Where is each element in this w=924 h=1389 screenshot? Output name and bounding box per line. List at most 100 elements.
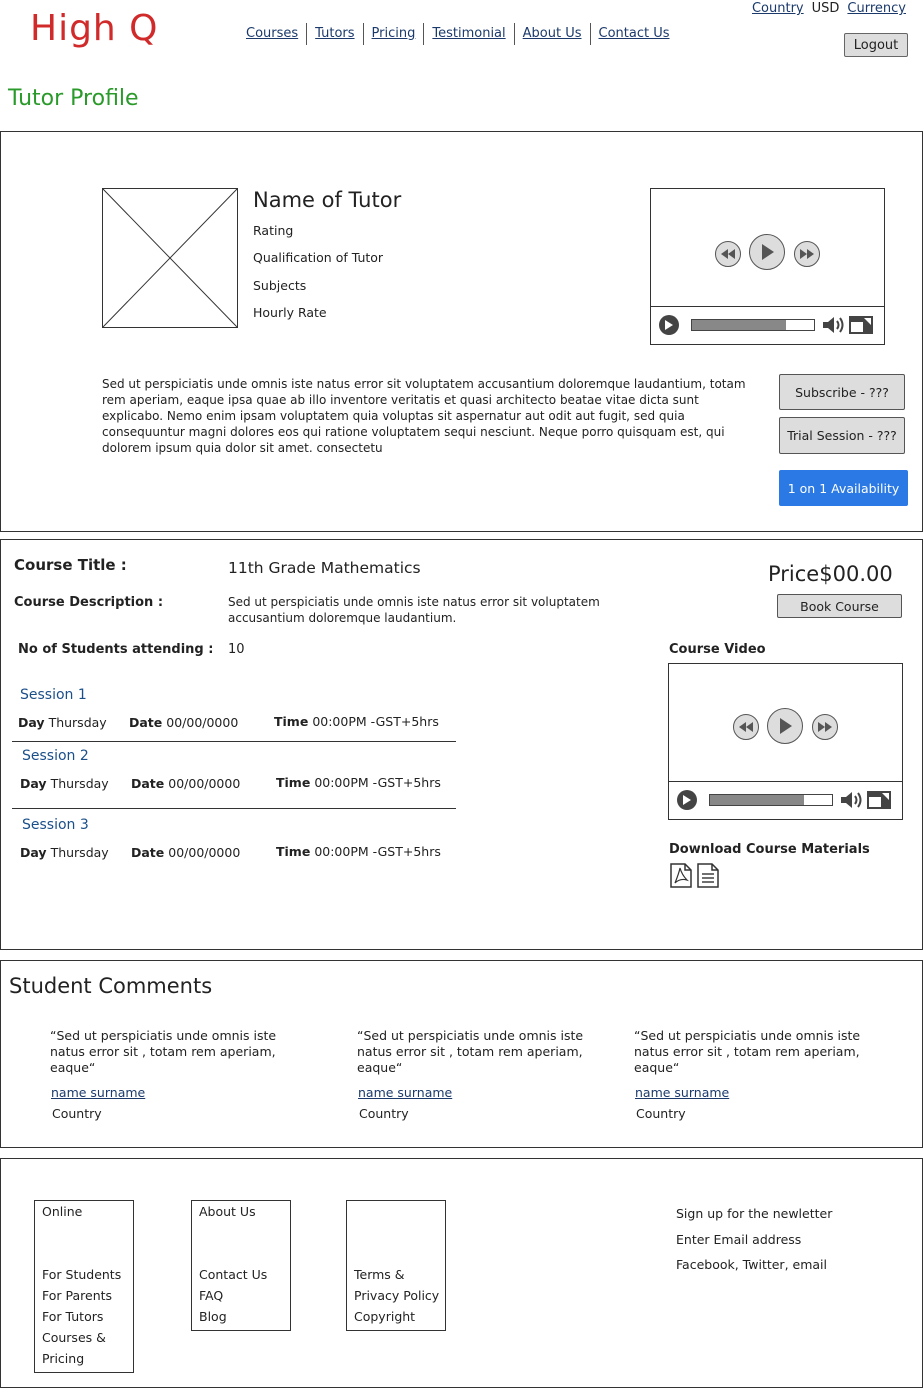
footer-link-courses-pricing[interactable]: Pricing [42, 1351, 84, 1366]
footer-link-about-us[interactable]: About Us [199, 1204, 256, 1219]
day-value: Thursday [50, 776, 109, 791]
footer-link-courses-pricing[interactable]: Courses & [42, 1330, 106, 1345]
time-value: 00:00PM -GST+5hrs [314, 844, 441, 859]
main-nav: Courses Tutors Pricing Testimonial About… [238, 22, 678, 46]
date-label: Date [129, 715, 163, 730]
footer-link-faq[interactable]: FAQ [199, 1288, 223, 1303]
footer-link-for-parents[interactable]: For Parents [42, 1288, 112, 1303]
comment-country: Country [52, 1106, 102, 1121]
currency-link[interactable]: Currency [847, 1, 906, 16]
comments-heading: Student Comments [9, 974, 213, 998]
trial-session-button[interactable]: Trial Session - ??? [779, 417, 905, 454]
play-icon[interactable] [749, 234, 785, 270]
course-title-label: Course Title : [14, 556, 127, 574]
session-title: Session 1 [20, 687, 87, 703]
tutor-hourly-rate: Hourly Rate [253, 305, 327, 320]
nav-courses[interactable]: Courses [246, 26, 298, 41]
logout-button[interactable]: Logout [844, 33, 908, 57]
session-date: Date 00/00/0000 [129, 715, 238, 730]
footer-link-privacy-policy[interactable]: Privacy Policy [354, 1288, 439, 1303]
video-progress-bar[interactable] [691, 319, 815, 331]
rewind-icon[interactable] [733, 714, 759, 740]
footer-link-online[interactable]: Online [42, 1204, 82, 1219]
social-links[interactable]: Facebook, Twitter, email [676, 1257, 827, 1272]
nav-about-us[interactable]: About Us [523, 26, 582, 41]
comment-author-link[interactable]: name surname [635, 1085, 729, 1100]
availability-button[interactable]: 1 on 1 Availability [779, 470, 908, 506]
date-label: Date [131, 776, 165, 791]
footer-link-copyright[interactable]: Copyright [354, 1309, 415, 1324]
tutor-qualification: Qualification of Tutor [253, 250, 384, 265]
time-value: 00:00PM -GST+5hrs [312, 714, 439, 729]
nav-contact-us[interactable]: Contact Us [599, 26, 670, 41]
newsletter-signup-text[interactable]: Sign up for the newletter [676, 1206, 832, 1221]
footer-link-terms[interactable]: Terms & [354, 1267, 405, 1282]
download-materials-label: Download Course Materials [669, 842, 870, 857]
play-icon[interactable] [767, 708, 803, 744]
session-time: Time 00:00PM -GST+5hrs [276, 844, 441, 859]
small-play-icon[interactable] [677, 790, 697, 810]
tutor-photo-placeholder [102, 188, 238, 328]
footer-link-for-students[interactable]: For Students [42, 1267, 121, 1282]
session-day: Day Thursday [18, 715, 107, 730]
comment-author-link[interactable]: name surname [51, 1085, 145, 1100]
day-value: Thursday [48, 715, 107, 730]
price-value: $00.00 [819, 562, 893, 586]
footer-panel [0, 1158, 923, 1388]
email-field[interactable]: Enter Email address [676, 1232, 801, 1247]
logo[interactable]: High Q [30, 8, 159, 49]
tutor-video-player[interactable] [650, 188, 885, 345]
comment-text: “Sed ut perspiciatis unde omnis iste nat… [50, 1028, 277, 1075]
time-value: 00:00PM -GST+5hrs [314, 775, 441, 790]
session-divider [12, 808, 456, 809]
time-label: Time [276, 775, 311, 790]
video-progress-fill [710, 795, 804, 805]
nav-testimonial[interactable]: Testimonial [432, 26, 505, 41]
day-label: Day [20, 845, 47, 860]
page-title: Tutor Profile [8, 86, 139, 111]
tutor-bio: Sed ut perspiciatis unde omnis iste natu… [102, 377, 746, 455]
tutor-name: Name of Tutor [253, 188, 402, 212]
session-time: Time 00:00PM -GST+5hrs [274, 714, 439, 729]
fullscreen-icon[interactable] [867, 791, 891, 813]
document-file-icon[interactable] [697, 863, 719, 892]
footer-link-blog[interactable]: Blog [199, 1309, 227, 1324]
course-video-player[interactable] [668, 663, 903, 820]
small-play-icon[interactable] [659, 315, 679, 335]
locale-bar: Country USD Currency [752, 1, 906, 16]
course-description-value: Sed ut perspiciatis unde omnis iste natu… [228, 595, 600, 625]
session-title: Session 3 [22, 817, 89, 833]
comment-country: Country [359, 1106, 409, 1121]
pdf-file-icon[interactable] [670, 863, 692, 892]
footer-column-1 [34, 1200, 134, 1373]
course-price: Price$00.00 [768, 562, 893, 586]
fullscreen-icon[interactable] [849, 316, 873, 338]
fast-forward-icon[interactable] [812, 714, 838, 740]
video-progress-fill [692, 320, 786, 330]
comment-text: “Sed ut perspiciatis unde omnis iste nat… [357, 1028, 584, 1075]
tutor-rating: Rating [253, 223, 294, 238]
price-label: Price [768, 562, 820, 586]
rewind-icon[interactable] [715, 241, 741, 267]
date-value: 00/00/0000 [168, 776, 241, 791]
video-progress-bar[interactable] [709, 794, 833, 806]
subscribe-button[interactable]: Subscribe - ??? [779, 374, 905, 410]
students-attending-value: 10 [228, 642, 245, 657]
session-day: Day Thursday [20, 776, 109, 791]
nav-pricing[interactable]: Pricing [372, 26, 416, 41]
fast-forward-icon[interactable] [794, 241, 820, 267]
footer-link-contact-us[interactable]: Contact Us [199, 1267, 267, 1282]
comment-author-link[interactable]: name surname [358, 1085, 452, 1100]
date-label: Date [131, 845, 165, 860]
book-course-button[interactable]: Book Course [777, 594, 902, 618]
session-date: Date 00/00/0000 [131, 776, 240, 791]
footer-link-for-tutors[interactable]: For Tutors [42, 1309, 103, 1324]
country-link[interactable]: Country [752, 1, 804, 16]
day-label: Day [20, 776, 47, 791]
course-title-value: 11th Grade Mathematics [228, 559, 421, 577]
volume-icon[interactable] [823, 315, 845, 339]
course-description-label: Course Description : [14, 595, 164, 610]
nav-tutors[interactable]: Tutors [315, 26, 354, 41]
tutor-subjects: Subjects [253, 278, 307, 293]
volume-icon[interactable] [841, 790, 863, 814]
